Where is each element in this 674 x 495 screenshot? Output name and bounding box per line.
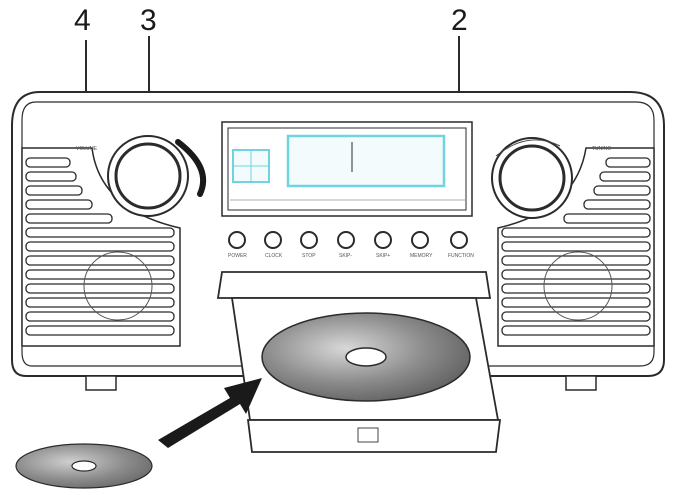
display-glass <box>286 134 446 188</box>
display-window <box>221 121 473 217</box>
disc-on-tray <box>261 312 471 402</box>
stop-button <box>300 231 318 249</box>
insert-arrow <box>158 378 262 448</box>
foot-left <box>85 375 117 391</box>
button-label-clock: CLOCK <box>265 253 283 259</box>
button-label-skip-forward: SKIP+ <box>376 253 390 259</box>
loose-disc <box>15 443 153 489</box>
power-button <box>228 231 246 249</box>
foot-right <box>565 375 597 391</box>
radio-illustration: VOLUME TUNING POWER CLOCK STOP SKIP- SKI… <box>11 36 665 489</box>
callout-4: 4 <box>74 4 91 37</box>
clock-button <box>264 231 282 249</box>
callout-2: 2 <box>451 4 468 37</box>
button-label-function: FUNCTION <box>448 253 474 259</box>
skip-back-button <box>337 231 355 249</box>
function-button <box>450 231 468 249</box>
radio-diagram: VOLUME TUNING POWER CLOCK STOP SKIP- SKI… <box>0 0 674 490</box>
volume-label: VOLUME <box>76 146 98 152</box>
cd-logo <box>357 427 379 443</box>
skip-forward-button <box>374 231 392 249</box>
button-label-skip-back: SKIP- <box>339 253 352 259</box>
button-label-memory: MEMORY <box>410 253 433 259</box>
memory-button <box>411 231 429 249</box>
tuning-label: TUNING <box>592 146 611 152</box>
button-label-power: POWER <box>228 253 247 259</box>
tuning-knob <box>491 137 573 219</box>
callout-3: 3 <box>140 4 157 37</box>
button-label-stop: STOP <box>302 253 316 259</box>
